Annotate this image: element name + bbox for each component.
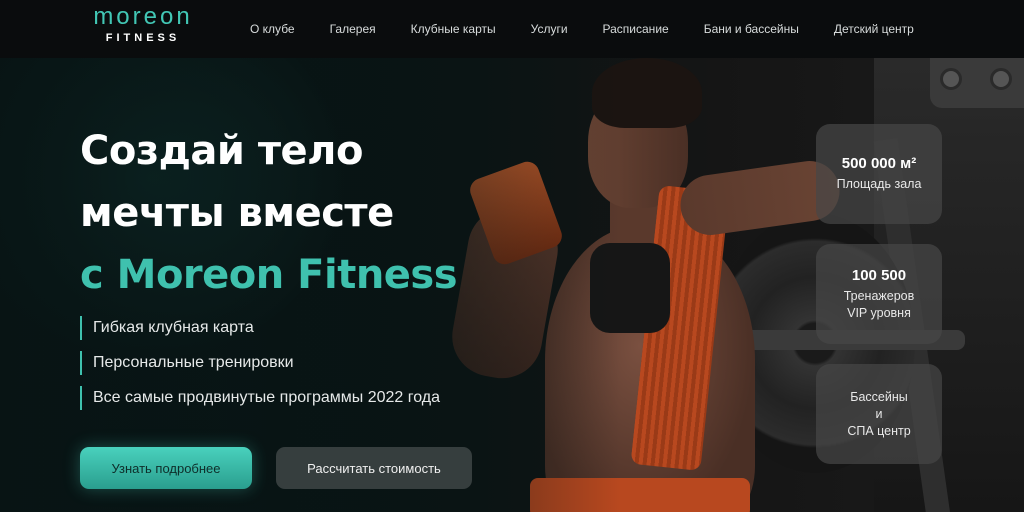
- main-nav: О клубе Галерея Клубные карты Услуги Рас…: [250, 0, 914, 58]
- calculate-price-button[interactable]: Рассчитать стоимость: [276, 447, 472, 489]
- hero-title-accent-line: с Moreon Fitness: [80, 252, 458, 298]
- stat-label: СПА центр: [847, 423, 911, 438]
- nav-link-gallery[interactable]: Галерея: [330, 22, 376, 36]
- nav-link-about[interactable]: О клубе: [250, 22, 295, 36]
- hero-title: Создай тело мечты вместе с Moreon Fitnes…: [80, 120, 458, 306]
- nav-link-kids-center[interactable]: Детский центр: [834, 22, 914, 36]
- nav-link-schedule[interactable]: Расписание: [603, 22, 669, 36]
- bolt-shape: [940, 68, 962, 90]
- stat-label: Площадь зала: [836, 177, 922, 191]
- stat-label: Бассейны: [850, 389, 908, 404]
- hero-section: Создай тело мечты вместе с Moreon Fitnes…: [0, 58, 1024, 512]
- feature-item: Гибкая клубная карта: [80, 316, 440, 340]
- nav-link-club-cards[interactable]: Клубные карты: [411, 22, 496, 36]
- feature-list: Гибкая клубная карта Персональные тренир…: [80, 316, 440, 421]
- bolt-shape: [990, 68, 1012, 90]
- stat-card-area: 500 000 м² Площадь зала: [816, 124, 942, 224]
- hero-title-line: мечты вместе: [80, 190, 394, 236]
- site-header: moreon FITNESS О клубе Галерея Клубные к…: [0, 0, 1024, 58]
- hero-title-line: Создай тело: [80, 128, 363, 174]
- nav-link-baths-pools[interactable]: Бани и бассейны: [704, 22, 799, 36]
- logo-subtitle: FITNESS: [105, 32, 181, 44]
- logo[interactable]: moreon FITNESS: [80, 4, 206, 45]
- stat-card-pools: Бассейны и СПА центр: [816, 364, 942, 464]
- stat-label: и: [875, 406, 883, 421]
- stat-label: Тренажеров: [843, 288, 915, 303]
- stat-label: VIP уровня: [847, 305, 911, 320]
- feature-item: Персональные тренировки: [80, 351, 440, 375]
- learn-more-button[interactable]: Узнать подробнее: [80, 447, 252, 489]
- stat-value: 500 000 м²: [841, 155, 917, 172]
- logo-wordmark: moreon: [93, 3, 193, 30]
- stat-value: 100 500: [851, 266, 907, 284]
- feature-item: Все самые продвинутые программы 2022 год…: [80, 386, 440, 410]
- nav-link-services[interactable]: Услуги: [531, 22, 568, 36]
- stat-card-equipment: 100 500 Тренажеров VIP уровня: [816, 244, 942, 344]
